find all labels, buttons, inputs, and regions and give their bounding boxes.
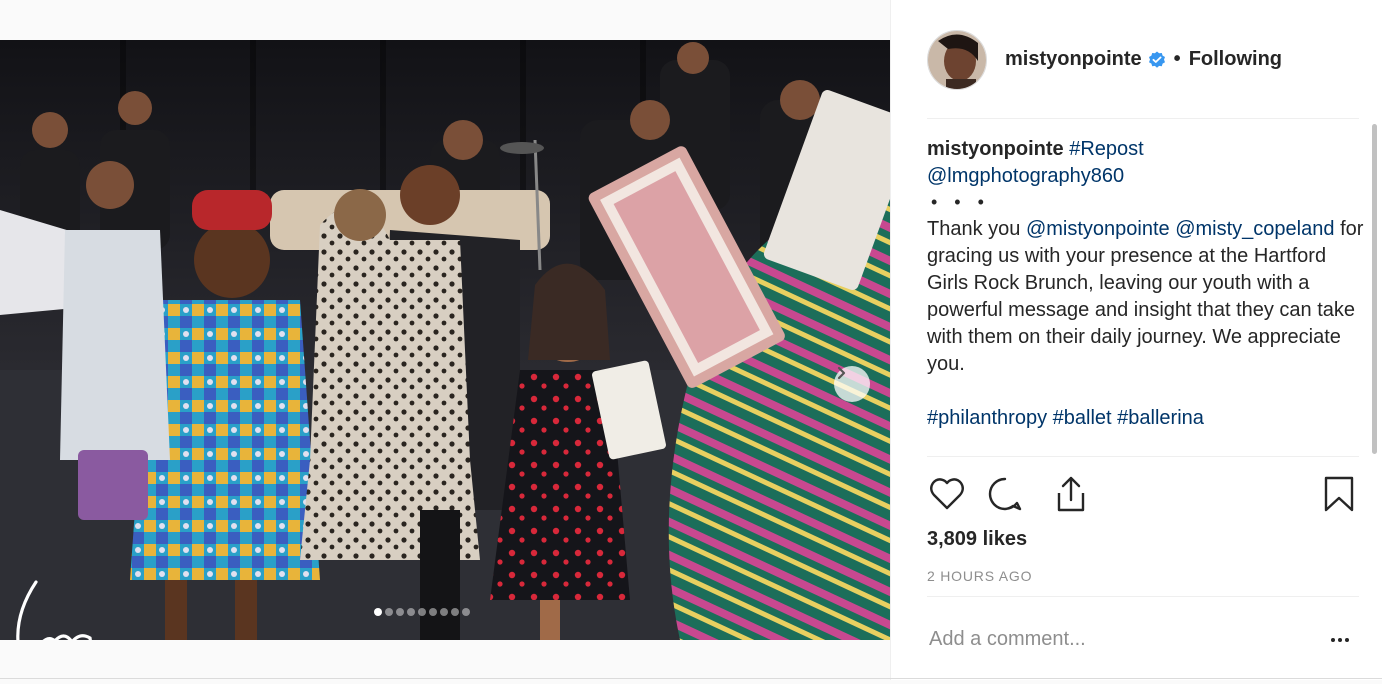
more-options-icon [1331,638,1335,642]
post-photo[interactable] [0,40,890,640]
hashtag-link[interactable]: #ballet [1053,407,1112,429]
carousel-dot[interactable] [440,608,448,616]
hashtag-link[interactable]: #ballerina [1117,407,1204,429]
photographer-watermark-logo [6,572,126,640]
comment-input[interactable] [929,624,1309,654]
post-timestamp[interactable]: 2 HOURS AGO [927,568,1032,584]
post-media [0,0,890,680]
following-button[interactable]: Following [1189,48,1282,71]
like-button[interactable] [927,472,967,516]
post-caption: mistyonpointe #Repost @lmgphotography860… [927,136,1367,456]
mention-link-mistyonpointe[interactable]: @mistyonpointe [1026,218,1170,240]
heart-icon [930,478,964,510]
carousel-dot[interactable] [374,608,382,616]
more-options-icon [1345,638,1349,642]
post-panel: mistyonpointe • Following mistyonpointe … [890,0,1382,680]
bottom-border [0,678,1382,679]
carousel-dot[interactable] [407,608,415,616]
carousel-dot[interactable] [429,608,437,616]
caption-scrollbar[interactable] [1371,120,1379,456]
avatar[interactable] [927,30,987,90]
scrollbar-thumb[interactable] [1372,124,1377,454]
save-button[interactable] [1319,472,1359,516]
author-username[interactable]: mistyonpointe [1005,48,1142,71]
caption-username[interactable]: mistyonpointe [927,138,1064,160]
comment-button[interactable] [985,472,1025,516]
post-actions [927,472,1359,518]
verified-badge-icon [1148,51,1165,68]
photo-illustration [0,40,890,640]
more-options-button[interactable] [1327,628,1353,652]
carousel-dot[interactable] [396,608,404,616]
comment-bubble-icon [988,477,1022,511]
caption-text-intro: Thank you [927,218,1021,240]
share-button[interactable] [1051,472,1091,516]
hashtag-link[interactable]: #philanthropy [927,407,1047,429]
bookmark-icon [1324,476,1354,512]
share-icon [1057,476,1085,512]
post-header: mistyonpointe • Following [891,0,1382,118]
repost-hashtag-link[interactable]: #Repost [1069,138,1144,160]
caption-text-body: for gracing us with your presence at the… [927,218,1364,375]
chevron-right-icon [837,366,846,380]
likes-count[interactable]: 3,809 likes [927,528,1027,551]
actions-divider [927,456,1359,457]
header-separator: • [1173,48,1181,70]
credit-mention-link[interactable]: @lmgphotography860 [927,165,1124,187]
caption-ellipsis: • • • [931,192,990,212]
carousel-dot[interactable] [462,608,470,616]
header-divider [927,118,1359,119]
mention-link-misty-copeland[interactable]: @misty_copeland [1175,218,1334,240]
post-author: mistyonpointe • Following [1005,48,1282,71]
carousel-dot[interactable] [385,608,393,616]
comment-divider [927,596,1359,597]
carousel-dots [374,608,470,618]
carousel-next-button[interactable] [834,366,870,402]
carousel-dot[interactable] [451,608,459,616]
carousel-dot[interactable] [418,608,426,616]
more-options-icon [1338,638,1342,642]
